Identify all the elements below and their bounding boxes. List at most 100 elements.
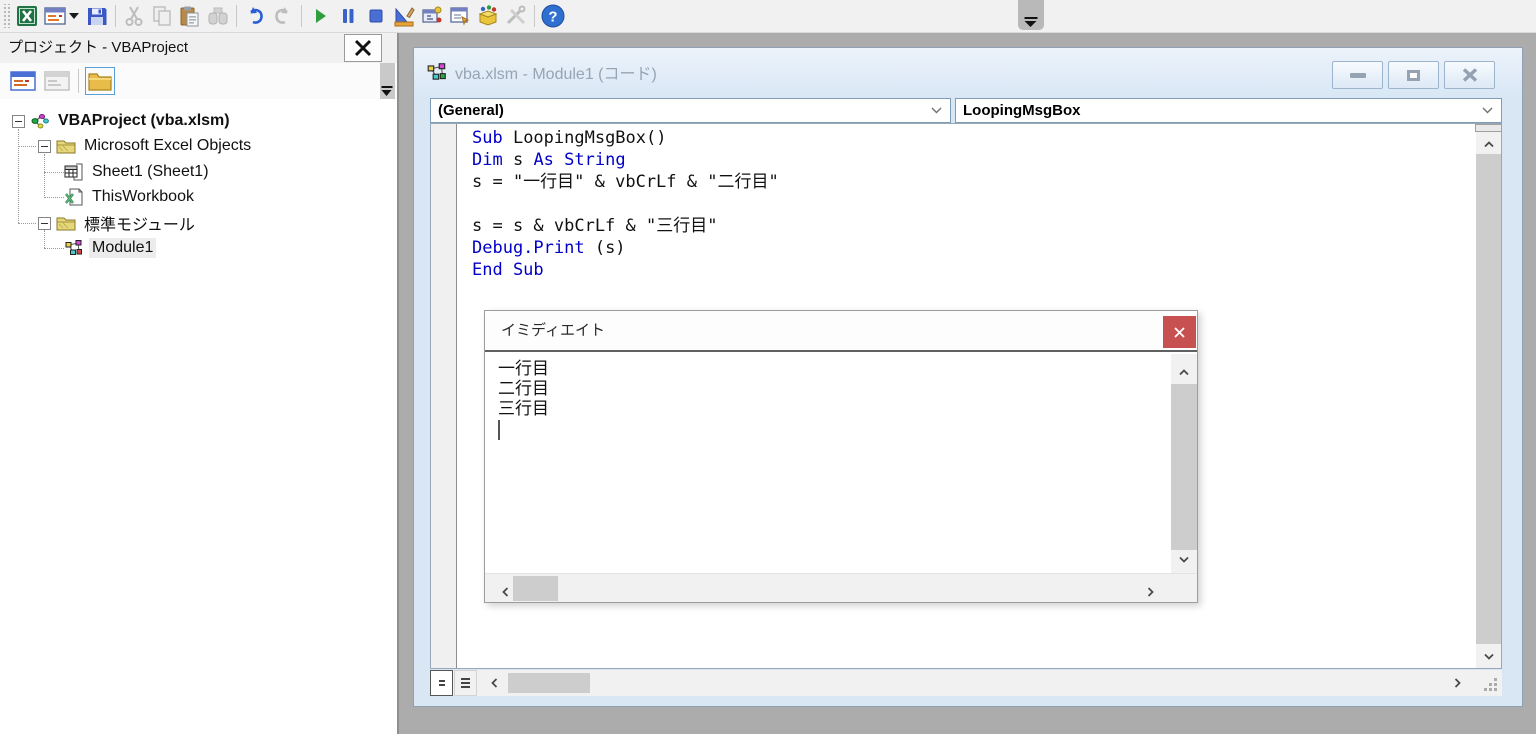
procedure-view-icon [439,680,445,686]
output-line: 二行目 [498,379,1171,399]
break-button[interactable] [334,2,362,30]
minimize-icon [1350,73,1366,78]
full-module-view-icon [461,678,470,688]
toolbar-separator [534,5,535,27]
undo-button[interactable] [241,2,269,30]
view-object-button[interactable] [42,67,72,95]
copy-button[interactable] [148,2,176,30]
scrollbar-thumb[interactable] [508,673,590,693]
immediate-vertical-scrollbar[interactable] [1171,354,1197,573]
scroll-up-arrow[interactable] [1476,134,1501,154]
project-panel-close-button[interactable] [344,34,382,62]
scrollbar-thumb[interactable] [1476,154,1501,644]
design-mode-button[interactable] [390,2,418,30]
scroll-right-arrow[interactable] [1138,582,1163,602]
workbook-icon [64,188,84,206]
toolbox-button[interactable] [502,2,530,30]
view-code-button[interactable] [8,67,38,95]
procedure-dropdown[interactable]: LoopingMsgBox [955,98,1502,123]
code-vertical-scrollbar[interactable] [1476,124,1501,668]
excel-icon [15,4,39,28]
code-line: Sub LoopingMsgBox() [472,127,1476,149]
help-button[interactable]: ? [539,2,567,30]
immediate-content: 一行目 二行目 三行目 [485,354,1197,573]
close-button[interactable] [1444,61,1495,89]
scroll-right-arrow[interactable] [1445,673,1470,693]
module-icon [64,239,84,257]
procedure-view-button[interactable] [430,670,453,696]
save-icon [85,4,109,28]
code-window-titlebar[interactable]: vba.xlsm - Module1 (コード) [414,48,1522,96]
scroll-down-arrow[interactable] [1171,549,1197,569]
paste-button[interactable] [176,2,204,30]
reset-button[interactable] [362,2,390,30]
scrollbar-thumb[interactable] [513,576,558,601]
code-line: Debug.Print (s) [472,237,1476,259]
restore-button[interactable] [1388,61,1439,89]
project-tree: VBAProject (vba.xlsm) Microsoft Excel Ob… [0,109,397,709]
tree-item-label: ThisWorkbook [89,187,197,207]
collapse-expander[interactable] [38,140,51,153]
scrollbar-thumb[interactable] [1171,384,1197,550]
cut-icon [122,4,146,28]
tree-item-thisworkbook[interactable]: ThisWorkbook [0,185,397,209]
tree-item-standard-modules[interactable]: 標準モジュール [0,211,397,235]
run-icon [308,4,332,28]
splitter-handle[interactable] [1475,124,1502,132]
restore-icon [1407,70,1420,81]
text-caret [498,420,500,440]
resize-grip[interactable] [1477,670,1502,696]
tree-item-excel-objects[interactable]: Microsoft Excel Objects [0,134,397,158]
find-button[interactable] [204,2,232,30]
minimize-button[interactable] [1332,61,1383,89]
view-code-icon [10,70,36,92]
save-button[interactable] [83,2,111,30]
project-explorer-icon [420,4,444,28]
immediate-close-button[interactable] [1163,316,1196,348]
toggle-folders-button[interactable] [85,67,115,95]
toolbox-icon [504,4,528,28]
object-browser-icon [476,4,500,28]
panel-scroll-strip [380,63,395,99]
scroll-down-arrow[interactable] [1476,646,1501,666]
collapse-expander[interactable] [38,217,51,230]
code-line: Dim s As String [472,149,1476,171]
insert-userform-button[interactable] [41,2,69,30]
redo-button[interactable] [269,2,297,30]
procedure-dropdown-value: LoopingMsgBox [963,102,1080,119]
worksheet-icon [64,163,84,181]
collapse-expander[interactable] [12,115,25,128]
tree-item-sheet1[interactable]: Sheet1 (Sheet1) [0,160,397,184]
panel-options-icon[interactable] [381,86,394,97]
cut-button[interactable] [120,2,148,30]
scroll-left-arrow[interactable] [482,673,507,693]
scroll-up-arrow[interactable] [1171,362,1197,382]
view-object-icon [44,70,70,92]
project-explorer-button[interactable] [418,2,446,30]
full-module-view-button[interactable] [454,670,477,696]
insert-userform-icon [43,4,67,28]
toolbar-separator [301,5,302,27]
tree-item-module1[interactable]: Module1 [0,236,397,260]
toolbar-grip[interactable] [2,4,10,28]
properties-window-button[interactable] [446,2,474,30]
close-icon [1461,68,1479,82]
view-excel-button[interactable] [13,2,41,30]
toolbar-separator [78,69,79,93]
toolbar-options-icon [1025,17,1038,28]
run-button[interactable] [306,2,334,30]
dropdown-arrow-icon[interactable] [69,13,79,19]
immediate-horizontal-scrollbar[interactable] [485,573,1197,602]
object-dropdown[interactable]: (General) [430,98,951,123]
project-panel-title: プロジェクト - VBAProject [8,39,188,56]
object-browser-button[interactable] [474,2,502,30]
tree-item-vbaproject[interactable]: VBAProject (vba.xlsm) [0,109,397,133]
immediate-window-titlebar[interactable]: イミディエイト [485,311,1197,352]
margin-indicator-bar[interactable] [431,124,457,668]
chevron-down-icon [930,105,943,115]
toolbar-options-button[interactable] [1018,0,1044,30]
tree-item-label: Sheet1 (Sheet1) [89,162,212,182]
output-line: 一行目 [498,359,1171,379]
immediate-output[interactable]: 一行目 二行目 三行目 [485,354,1171,573]
project-panel-titlebar[interactable]: プロジェクト - VBAProject [0,33,397,63]
